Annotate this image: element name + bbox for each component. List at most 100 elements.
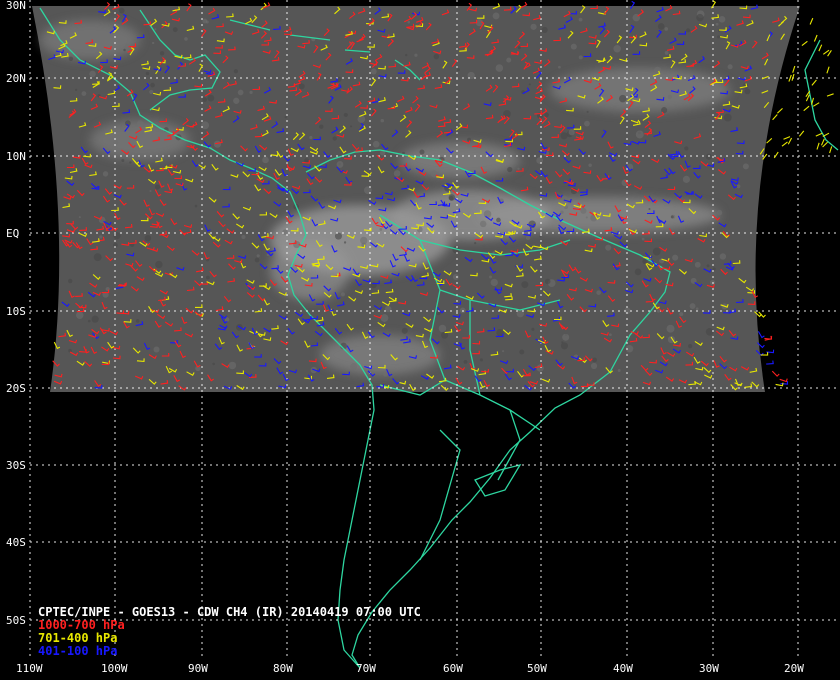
texture-dot: [528, 83, 531, 86]
texture-dot: [93, 253, 102, 262]
texture-dot: [664, 50, 669, 55]
legend-upper-level: 401-100 hPa: [38, 644, 118, 658]
texture-dot: [727, 64, 733, 70]
wind-barb: [791, 73, 795, 81]
wind-barb: [822, 49, 830, 55]
lat-label: 20S: [6, 382, 26, 395]
texture-dot: [672, 254, 679, 261]
texture-dot: [614, 72, 618, 75]
lat-label: 10S: [6, 305, 26, 318]
texture-dot: [145, 71, 150, 76]
texture-dot: [584, 120, 590, 127]
texture-dot: [568, 129, 575, 136]
texture-dot: [212, 362, 215, 366]
texture-dot: [154, 28, 157, 31]
texture-dot: [495, 64, 504, 72]
texture-dot: [153, 346, 160, 353]
wind-barb: [783, 136, 791, 140]
texture-dot: [150, 82, 155, 88]
texture-dot: [657, 23, 665, 30]
texture-dot: [517, 167, 520, 171]
texture-dot: [492, 12, 500, 20]
texture-dot: [686, 28, 691, 33]
texture-dot: [562, 333, 570, 341]
texture-dot: [340, 292, 346, 297]
texture-dot: [87, 319, 91, 323]
texture-dot: [492, 251, 495, 254]
wind-barb: [803, 105, 810, 112]
texture-dot: [155, 260, 163, 269]
texture-dot: [667, 94, 672, 100]
texture-dot: [558, 65, 561, 69]
texture-dot: [634, 268, 642, 276]
texture-dot: [184, 37, 188, 41]
texture-dot: [694, 261, 701, 268]
texture-dot: [405, 53, 408, 57]
texture-dot: [136, 120, 144, 128]
wind-barb: [820, 138, 825, 146]
texture-dot: [228, 361, 237, 370]
texture-dot: [76, 311, 84, 320]
texture-dot: [370, 68, 377, 75]
texture-dot: [705, 327, 714, 336]
texture-dot: [525, 235, 531, 241]
wind-barb: [816, 142, 820, 150]
wind-barb: [781, 141, 788, 147]
wind-barb: [772, 114, 778, 121]
texture-dot: [609, 333, 612, 337]
texture-dot: [521, 281, 529, 289]
texture-dot: [588, 163, 592, 167]
texture-dot: [154, 184, 161, 190]
texture-dot: [670, 215, 674, 219]
texture-dot: [744, 88, 751, 95]
texture-dot: [144, 234, 152, 242]
texture-dot: [149, 89, 154, 95]
texture-dot: [560, 132, 568, 140]
texture-dot: [207, 94, 215, 102]
texture-dot: [682, 175, 691, 183]
texture-dot: [452, 274, 459, 281]
texture-dot: [334, 232, 342, 240]
texture-dot: [102, 171, 109, 177]
texture-dot: [364, 186, 372, 195]
texture-dot: [706, 264, 710, 268]
texture-dot: [566, 197, 573, 204]
texture-dot: [580, 207, 587, 214]
lon-label: 30W: [699, 662, 719, 675]
wind-vector-map: [29, 0, 840, 669]
texture-dot: [433, 53, 440, 60]
lat-label: 10N: [6, 150, 26, 163]
lon-label: 50W: [527, 662, 547, 675]
texture-dot: [506, 57, 512, 63]
texture-dot: [205, 20, 209, 24]
texture-dot: [68, 56, 74, 61]
texture-dot: [507, 166, 513, 173]
texture-dot: [151, 41, 155, 45]
texture-dot: [467, 137, 472, 142]
texture-dot: [456, 68, 460, 72]
texture-dot: [237, 89, 244, 96]
texture-dot: [479, 220, 487, 228]
wind-barb: [766, 137, 773, 144]
texture-dot: [135, 319, 140, 323]
texture-dot: [172, 27, 178, 33]
texture-dot: [541, 26, 548, 33]
texture-dot: [284, 116, 288, 119]
map-title: CPTEC/INPE - GOES13 - CDW CH4 (IR) 20140…: [38, 605, 421, 619]
texture-dot: [383, 372, 388, 377]
texture-dot: [448, 194, 456, 201]
wind-barb: [815, 132, 823, 137]
texture-dot: [635, 130, 644, 139]
lat-label: 20N: [6, 72, 26, 85]
texture-dot: [159, 51, 165, 56]
texture-dot: [309, 135, 313, 140]
texture-dot: [113, 140, 119, 146]
texture-dot: [99, 235, 103, 239]
texture-dot: [332, 136, 337, 141]
wind-barb: [766, 360, 774, 365]
texture-dot: [719, 253, 727, 260]
texture-dot: [407, 20, 411, 24]
wind-barb: [757, 331, 765, 339]
texture-dot: [256, 254, 260, 258]
lat-label: 50S: [6, 614, 26, 627]
